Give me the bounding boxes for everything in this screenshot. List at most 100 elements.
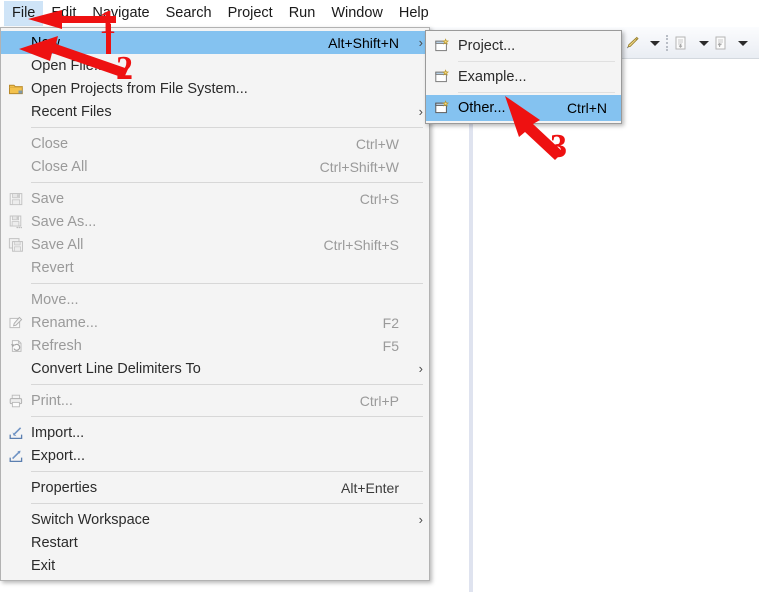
folder-icon <box>1 77 31 100</box>
file-menu-item-print[interactable]: Print... Ctrl+P › <box>1 389 429 412</box>
menu-item-accelerator: Ctrl+Shift+W <box>319 158 399 175</box>
menubar-item-help[interactable]: Help <box>391 1 437 26</box>
file-menu-item-save-as[interactable]: Save As... › <box>1 210 429 233</box>
menu-item-icon-slot <box>1 100 31 123</box>
menu-item-accelerator: Alt+Enter <box>341 479 399 496</box>
menu-item-icon-slot <box>1 155 31 178</box>
menu-item-label: Close All <box>31 158 88 175</box>
file-menu-item-close[interactable]: Close Ctrl+W › <box>1 132 429 155</box>
file-menu-item-close-all[interactable]: Close All Ctrl+Shift+W › <box>1 155 429 178</box>
file-menu-item-export[interactable]: Export... › <box>1 444 429 467</box>
submenu-chevron-placeholder: › <box>413 190 429 208</box>
file-menu-item-recent-files[interactable]: Recent Files › <box>1 100 429 123</box>
export-icon <box>1 444 31 467</box>
menu-item-icon-slot <box>1 31 31 54</box>
submenu-chevron-placeholder: › <box>413 135 429 153</box>
menubar-item-navigate[interactable]: Navigate <box>84 1 157 26</box>
file-menu-item-revert[interactable]: Revert › <box>1 256 429 279</box>
new-java-class-icon[interactable] <box>673 31 695 55</box>
menu-item-label: Print... <box>31 392 73 409</box>
menubar-item-project[interactable]: Project <box>220 1 281 26</box>
file-menu-item-save-all[interactable]: Save All Ctrl+Shift+S › <box>1 233 429 256</box>
menu-item-icon-slot <box>1 132 31 155</box>
file-menu-item-save[interactable]: Save Ctrl+S › <box>1 187 429 210</box>
submenu-chevron-placeholder: › <box>413 479 429 497</box>
new-wizard-icon <box>426 33 458 59</box>
menu-item-icon-slot <box>1 531 31 554</box>
submenu-chevron-placeholder: › <box>413 424 429 442</box>
menu-item-label: Export... <box>31 447 85 464</box>
menu-item-label: Revert <box>31 259 74 276</box>
menu-item-label: Project... <box>458 38 516 54</box>
file-menu-item-switch-workspace[interactable]: Switch Workspace › <box>1 508 429 531</box>
menu-item-label: Move... <box>31 291 79 308</box>
run-icon[interactable] <box>624 31 646 55</box>
file-menu-item-import[interactable]: Import... › <box>1 421 429 444</box>
export-jar-icon[interactable] <box>712 31 734 55</box>
file-menu-item-open-file[interactable]: Open File... › <box>1 54 429 77</box>
menu-item-label: Rename... <box>31 314 98 331</box>
toolbar-icon-group <box>600 27 749 59</box>
menu-separator <box>31 503 423 504</box>
file-menu-item-properties[interactable]: Properties Alt+Enter › <box>1 476 429 499</box>
submenu-chevron-placeholder: › <box>413 337 429 355</box>
annotation-number-3: 3 <box>550 128 567 165</box>
refresh-icon <box>1 334 31 357</box>
file-menu-item-exit[interactable]: Exit › <box>1 554 429 577</box>
menu-separator <box>458 92 615 93</box>
submenu-chevron-placeholder: › <box>413 236 429 254</box>
new-wizard-icon <box>426 64 458 90</box>
file-dropdown-menu: New Alt+Shift+N › Open File... › Open Pr… <box>0 27 430 581</box>
menu-item-accelerator: Ctrl+S <box>359 190 399 207</box>
menubar-item-file[interactable]: File <box>4 1 44 26</box>
file-menu-item-new[interactable]: New Alt+Shift+N › <box>1 31 429 54</box>
menu-item-label: Properties <box>31 479 98 496</box>
submenu-chevron-placeholder: › <box>413 213 429 231</box>
file-menu-item-move[interactable]: Move... › <box>1 288 429 311</box>
menubar-item-edit[interactable]: Edit <box>43 1 84 26</box>
new-submenu: Project... Example... Other... Ctrl+N <box>425 30 622 124</box>
new-java-class-dropdown-caret-icon[interactable] <box>697 31 710 55</box>
menu-separator <box>31 182 423 183</box>
menubar-item-window[interactable]: Window <box>323 1 391 26</box>
submenu-chevron-icon: › <box>418 360 423 376</box>
menu-item-icon-slot <box>1 476 31 499</box>
menu-item-label: Other... <box>458 100 506 116</box>
file-menu-item-convert-line-delimiters-to[interactable]: Convert Line Delimiters To › <box>1 357 429 380</box>
menu-item-label: Switch Workspace <box>31 511 150 528</box>
new-submenu-item-project[interactable]: Project... <box>426 33 621 59</box>
menu-item-label: Refresh <box>31 337 82 354</box>
menubar-item-search[interactable]: Search <box>158 1 220 26</box>
file-menu-item-rename[interactable]: Rename... F2 › <box>1 311 429 334</box>
menu-item-label: Exit <box>31 557 56 574</box>
menu-item-label: Example... <box>458 69 527 85</box>
new-submenu-item-other[interactable]: Other... Ctrl+N <box>426 95 621 121</box>
menu-item-accelerator: Alt+Shift+N <box>328 34 399 51</box>
menu-item-icon-slot <box>1 357 31 380</box>
file-menu-item-restart[interactable]: Restart › <box>1 531 429 554</box>
menu-item-accelerator: Ctrl+N <box>566 100 607 116</box>
annotation-number-1: 1 <box>99 4 116 41</box>
menu-separator <box>31 127 423 128</box>
submenu-chevron-placeholder: › <box>413 534 429 552</box>
menu-item-label: Save All <box>31 236 84 253</box>
submenu-chevron-placeholder: › <box>413 259 429 277</box>
import-icon <box>1 421 31 444</box>
save-icon <box>1 187 31 210</box>
new-submenu-item-example[interactable]: Example... <box>426 64 621 90</box>
menu-item-label: Open File... <box>31 57 106 74</box>
screenshot-root: File Edit Navigate Search Project Run Wi… <box>0 0 759 592</box>
menu-item-icon-slot <box>1 288 31 311</box>
menu-separator <box>31 384 423 385</box>
menu-item-accelerator: Ctrl+Shift+S <box>323 236 399 253</box>
editor-sash-divider[interactable] <box>469 59 473 592</box>
menu-item-label: Restart <box>31 534 78 551</box>
export-jar-dropdown-caret-icon[interactable] <box>736 31 749 55</box>
file-menu-item-open-projects-from-file-system[interactable]: Open Projects from File System... › <box>1 77 429 100</box>
submenu-chevron-placeholder: › <box>413 392 429 410</box>
run-dropdown-caret-icon[interactable] <box>648 31 661 55</box>
menu-item-icon-slot <box>1 256 31 279</box>
file-menu-item-refresh[interactable]: Refresh F5 › <box>1 334 429 357</box>
menu-item-label: Convert Line Delimiters To <box>31 360 201 377</box>
menubar-item-run[interactable]: Run <box>281 1 324 26</box>
